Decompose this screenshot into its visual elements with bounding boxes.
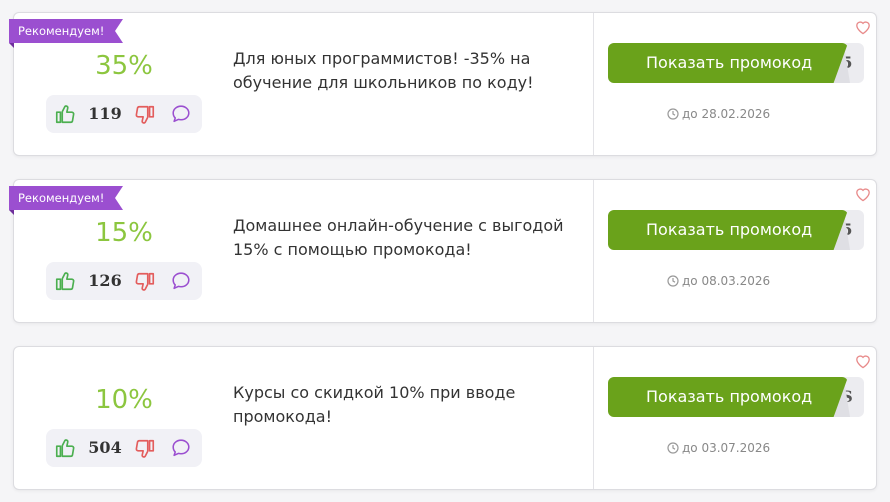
vote-count: 126 [88, 271, 122, 290]
discount-percent: 35% [95, 51, 153, 81]
coupon-description: Курсы со скидкой 10% при вводе промокода… [233, 383, 516, 426]
clock-icon [667, 275, 679, 287]
comment-icon[interactable] [170, 270, 192, 292]
discount-percent: 15% [95, 218, 153, 248]
vote-count: 504 [88, 438, 122, 457]
heart-icon[interactable] [854, 353, 872, 369]
vote-count: 119 [88, 104, 122, 123]
expiry-date: до 28.02.2026 [667, 107, 771, 121]
thumbs-down-icon[interactable] [134, 271, 156, 293]
coupon-card: Рекомендуем! 15% 126 Домашнее онлайн-обу… [9, 179, 877, 323]
expiry-date: до 03.07.2026 [667, 441, 771, 455]
badge-fold [9, 210, 14, 215]
card-divider [593, 347, 594, 489]
card-divider [593, 13, 594, 155]
thumbs-up-icon[interactable] [54, 437, 76, 459]
coupon-card: Рекомендуем! 35% 119 Для юных программис… [9, 12, 877, 156]
thumbs-up-icon[interactable] [54, 270, 76, 292]
badge-fold [9, 43, 14, 48]
comment-icon[interactable] [170, 437, 192, 459]
show-promo-button[interactable]: Показать промокод [608, 377, 848, 417]
vote-panel: 504 [46, 429, 202, 467]
recommended-badge: Рекомендуем! [9, 19, 123, 43]
expiry-text: до 08.03.2026 [682, 274, 771, 288]
heart-icon[interactable] [854, 186, 872, 202]
expiry-text: до 28.02.2026 [682, 107, 771, 121]
vote-panel: 119 [46, 95, 202, 133]
expiry-text: до 03.07.2026 [682, 441, 771, 455]
thumbs-up-icon[interactable] [54, 103, 76, 125]
thumbs-down-icon[interactable] [134, 104, 156, 126]
comment-icon[interactable] [170, 103, 192, 125]
card-divider [593, 180, 594, 322]
show-promo-button[interactable]: Показать промокод [608, 210, 848, 250]
vote-panel: 126 [46, 262, 202, 300]
heart-icon[interactable] [854, 19, 872, 35]
thumbs-down-icon[interactable] [134, 438, 156, 460]
coupon-description: Домашнее онлайн-обучение с выгодой 15% с… [233, 216, 564, 259]
clock-icon [667, 442, 679, 454]
coupon-description: Для юных программистов! -35% на обучение… [233, 49, 534, 92]
coupon-card: 10% 504 Курсы со скидкой 10% при вводе п… [13, 346, 877, 490]
clock-icon [667, 108, 679, 120]
expiry-date: до 08.03.2026 [667, 274, 771, 288]
discount-percent: 10% [95, 385, 153, 415]
show-promo-button[interactable]: Показать промокод [608, 43, 848, 83]
recommended-badge: Рекомендуем! [9, 186, 123, 210]
